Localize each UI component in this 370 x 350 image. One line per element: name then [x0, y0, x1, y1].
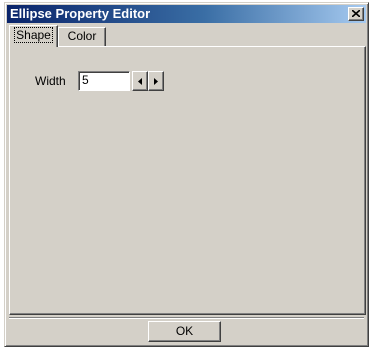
tab-shape-label: Shape	[14, 27, 53, 43]
close-button[interactable]	[348, 7, 364, 21]
dialog-window: Ellipse Property Editor Shape Color Widt…	[4, 2, 369, 347]
tab-color[interactable]: Color	[58, 27, 106, 46]
title-bar[interactable]: Ellipse Property Editor	[7, 5, 366, 23]
left-arrow-icon	[138, 78, 142, 85]
close-icon	[352, 10, 360, 17]
tab-color-label: Color	[67, 29, 97, 43]
width-label: Width	[35, 74, 66, 88]
shape-tab-panel: Width 5	[9, 46, 366, 315]
width-decrement-button[interactable]	[132, 71, 148, 91]
ok-button[interactable]: OK	[148, 321, 221, 342]
width-input[interactable]: 5	[78, 71, 130, 91]
window-title: Ellipse Property Editor	[10, 6, 151, 21]
width-increment-button[interactable]	[148, 71, 164, 91]
tab-shape[interactable]: Shape	[9, 25, 58, 47]
right-arrow-icon	[154, 78, 158, 85]
footer-separator	[9, 317, 364, 319]
